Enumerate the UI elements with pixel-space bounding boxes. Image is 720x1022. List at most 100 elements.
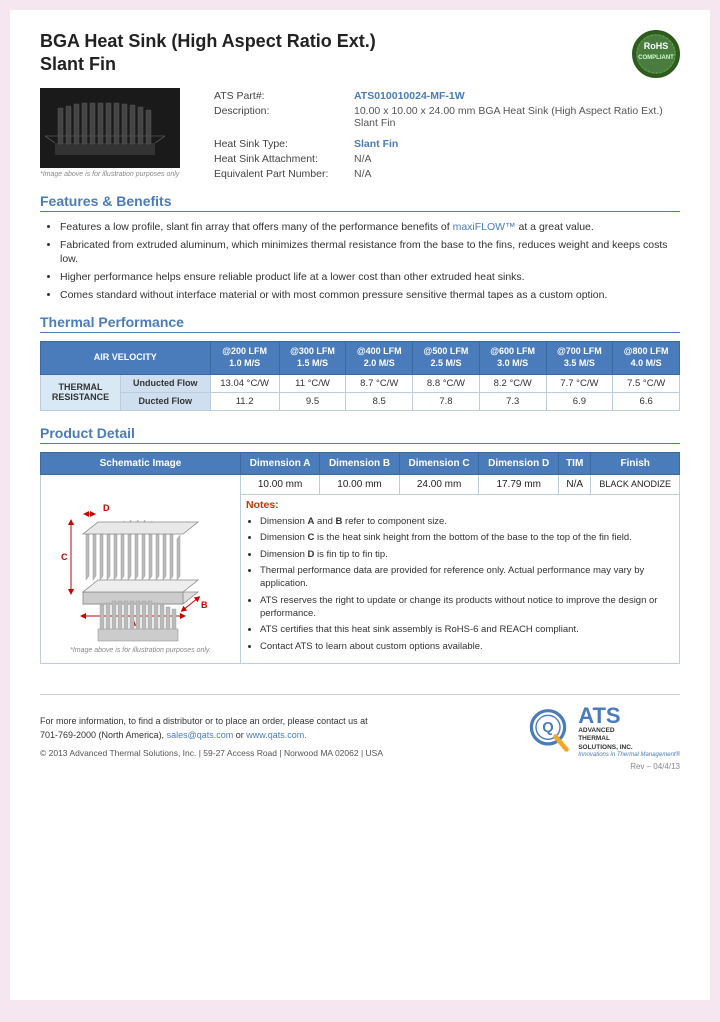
description-value: 10.00 x 10.00 x 24.00 mm BGA Heat Sink (… [350, 103, 680, 130]
air-velocity-header: AIR VELOCITY [41, 342, 211, 374]
col-600lfm: @600 LFM3.0 M/S [479, 342, 546, 374]
feature-item: Higher performance helps ensure reliable… [60, 270, 680, 285]
features-heading: Features & Benefits [40, 193, 680, 212]
heatsink-type-value: Slant Fin [350, 136, 680, 151]
unducted-200: 13.04 °C/W [210, 374, 279, 392]
col-schematic: Schematic Image [41, 452, 241, 474]
col-finish: Finish [591, 452, 680, 474]
footer-website-link[interactable]: www.qats.com. [246, 730, 307, 740]
ducted-500: 7.8 [413, 392, 480, 410]
page-header: BGA Heat Sink (High Aspect Ratio Ext.) S… [40, 30, 680, 78]
ats-slogan: Innovations in Thermal Management® [578, 752, 680, 758]
rohs-badge: RoHS COMPLIANT [632, 30, 680, 78]
notes-cell: Notes: Dimension A and B refer to compon… [241, 495, 680, 664]
ats-fullname: ADVANCEDTHERMALSOLUTIONS, INC. [578, 727, 680, 752]
footer-left: For more information, to find a distribu… [40, 715, 383, 758]
unducted-700: 7.7 °C/W [546, 374, 613, 392]
col-dim-b: Dimension B [320, 452, 400, 474]
main-page: BGA Heat Sink (High Aspect Ratio Ext.) S… [10, 10, 710, 1000]
svg-text:COMPLIANT: COMPLIANT [638, 55, 674, 61]
part-number: ATS010010024-MF-1W [350, 88, 680, 103]
ats-abbr: ATS [578, 705, 680, 727]
image-caption: *Image above is for illustration purpose… [40, 171, 190, 178]
svg-text:Q: Q [542, 720, 553, 736]
product-title: BGA Heat Sink (High Aspect Ratio Ext.) S… [40, 30, 376, 77]
title-line2: Slant Fin [40, 54, 116, 74]
unducted-400: 8.7 °C/W [346, 374, 413, 392]
description-label: Description: [210, 103, 350, 130]
svg-text:B: B [201, 600, 208, 610]
attachment-label: Heat Sink Attachment: [210, 151, 350, 166]
feature-item: Comes standard without interface materia… [60, 288, 680, 303]
note-item: ATS certifies that this heat sink assemb… [260, 623, 674, 636]
col-700lfm: @700 LFM3.5 M/S [546, 342, 613, 374]
col-200lfm: @200 LFM1.0 M/S [210, 342, 279, 374]
col-500lfm: @500 LFM2.5 M/S [413, 342, 480, 374]
unducted-800: 7.5 °C/W [613, 374, 680, 392]
col-dim-c: Dimension C [399, 452, 479, 474]
part-label: ATS Part#: [210, 88, 350, 103]
thermal-table: AIR VELOCITY @200 LFM1.0 M/S @300 LFM1.5… [40, 341, 680, 410]
ducted-200: 11.2 [210, 392, 279, 410]
unducted-flow-label: Unducted Flow [121, 374, 211, 392]
note-item: ATS reserves the right to update or chan… [260, 594, 674, 621]
col-400lfm: @400 LFM2.0 M/S [346, 342, 413, 374]
col-dim-d: Dimension D [479, 452, 559, 474]
finish-value: BLACK ANODIZE [591, 474, 680, 494]
ducted-flow-label: Ducted Flow [121, 392, 211, 410]
title-line1: BGA Heat Sink (High Aspect Ratio Ext.) [40, 31, 376, 51]
dim-a-value: 10.00 mm [241, 474, 320, 494]
product-image-block: *Image above is for illustration purpose… [40, 88, 190, 178]
notes-list: Dimension A and B refer to component siz… [246, 515, 674, 653]
detail-heading: Product Detail [40, 425, 680, 444]
footer-contact: For more information, to find a distribu… [40, 715, 383, 742]
schematic-caption: *Image above is for illustration purpose… [70, 647, 211, 654]
col-dim-a: Dimension A [241, 452, 320, 474]
ducted-600: 7.3 [479, 392, 546, 410]
ducted-700: 6.9 [546, 392, 613, 410]
unducted-500: 8.8 °C/W [413, 374, 480, 392]
thermal-resistance-label: THERMAL RESISTANCE [41, 374, 121, 410]
thermal-table-wrap: AIR VELOCITY @200 LFM1.0 M/S @300 LFM1.5… [40, 341, 680, 410]
feature-item: Features a low profile, slant fin array … [60, 220, 680, 235]
equiv-value: N/A [350, 166, 680, 181]
ducted-300: 9.5 [279, 392, 346, 410]
dim-b-value: 10.00 mm [320, 474, 400, 494]
schematic-image-wrap: A B C D [46, 479, 235, 659]
svg-text:D: D [103, 503, 110, 513]
heatsink-image [40, 88, 180, 168]
footer-copyright: © 2013 Advanced Thermal Solutions, Inc. … [40, 748, 383, 758]
note-item: Dimension D is fin tip to fin tip. [260, 548, 674, 561]
svg-text:C: C [61, 552, 68, 562]
specs-table: ATS Part#: ATS010010024-MF-1W Descriptio… [210, 88, 680, 181]
rev-note: Rev – 04/4/13 [40, 762, 680, 771]
note-item: Dimension A and B refer to component siz… [260, 515, 674, 528]
ats-logo-text: ATS ADVANCEDTHERMALSOLUTIONS, INC. Innov… [578, 705, 680, 758]
svg-text:RoHS: RoHS [644, 41, 669, 51]
dim-d-value: 17.79 mm [479, 474, 559, 494]
ducted-800: 6.6 [613, 392, 680, 410]
schematic-image-cell: A B C D [41, 474, 241, 663]
equiv-label: Equivalent Part Number: [210, 166, 350, 181]
detail-table: Schematic Image Dimension A Dimension B … [40, 452, 680, 664]
ats-logo: Q ATS ADVANCEDTHERMALSOLUTIONS, INC. Inn… [524, 705, 680, 758]
col-300lfm: @300 LFM1.5 M/S [279, 342, 346, 374]
attachment-value: N/A [350, 151, 680, 166]
col-tim: TIM [558, 452, 590, 474]
maxiflow-link[interactable]: maxiFLOW™ [453, 221, 516, 233]
dim-c-value: 24.00 mm [399, 474, 479, 494]
heatsink-type-label: Heat Sink Type: [210, 136, 350, 151]
feature-item: Fabricated from extruded aluminum, which… [60, 238, 680, 267]
unducted-300: 11 °C/W [279, 374, 346, 392]
feature-list: Features a low profile, slant fin array … [40, 220, 680, 302]
note-item: Dimension C is the heat sink height from… [260, 531, 674, 544]
thermal-heading: Thermal Performance [40, 314, 680, 333]
ducted-400: 8.5 [346, 392, 413, 410]
footer: For more information, to find a distribu… [40, 694, 680, 758]
tim-value: N/A [558, 474, 590, 494]
col-800lfm: @800 LFM4.0 M/S [613, 342, 680, 374]
note-item: Thermal performance data are provided fo… [260, 564, 674, 591]
product-info-row: *Image above is for illustration purpose… [40, 88, 680, 181]
footer-email-link[interactable]: sales@qats.com [167, 730, 234, 740]
note-item: Contact ATS to learn about custom option… [260, 640, 674, 653]
